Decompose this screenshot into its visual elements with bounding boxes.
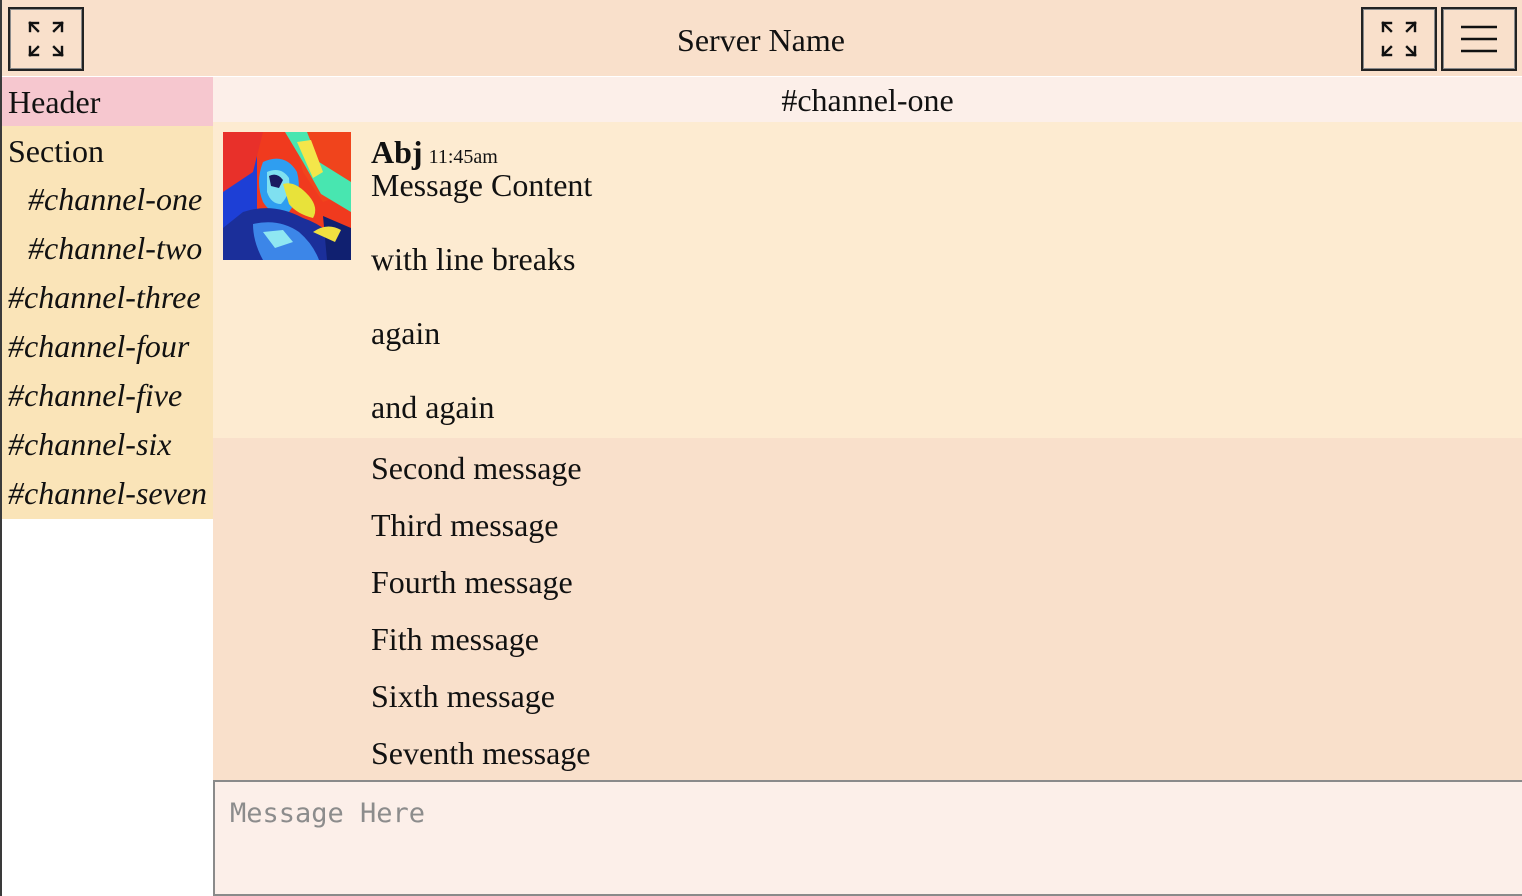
sidebar: Header Section #channel-one #channel-two… <box>2 77 213 519</box>
message-author[interactable]: Abj <box>371 134 423 170</box>
expand-right-button[interactable] <box>1361 7 1437 71</box>
message-item: Sixth message <box>371 678 555 714</box>
server-name: Server Name <box>677 22 845 58</box>
sidebar-channel-list: Section #channel-one #channel-two #chann… <box>2 126 213 519</box>
sidebar-item-channel-two[interactable]: #channel-two <box>2 224 213 273</box>
sidebar-item-channel-one[interactable]: #channel-one <box>2 175 213 224</box>
sidebar-item-channel-seven[interactable]: #channel-seven <box>2 469 213 518</box>
sidebar-header: Header <box>2 77 213 126</box>
main-panel: #channel-one Abj 11:45am Message Content… <box>213 77 1522 896</box>
message-item: Fith message <box>371 621 539 657</box>
top-bar: Server Name <box>0 0 1522 76</box>
message-item: Third message <box>371 507 559 543</box>
message-meta: Abj 11:45am <box>371 132 498 172</box>
message-item: Fourth message <box>371 564 573 600</box>
sidebar-section-title: Section <box>8 133 104 169</box>
menu-button[interactable] <box>1441 7 1517 71</box>
hamburger-menu-icon <box>1461 25 1497 53</box>
message-line: again <box>371 315 441 351</box>
message-composer <box>213 780 1522 896</box>
channel-title: #channel-one <box>213 77 1522 122</box>
message-group-first: Abj 11:45am Message Content with line bre… <box>213 122 1522 438</box>
avatar[interactable] <box>223 132 351 260</box>
sidebar-item-channel-four[interactable]: #channel-four <box>2 322 213 371</box>
message-group-rest: Second message Third message Fourth mess… <box>213 438 1522 780</box>
expand-icon <box>1381 21 1417 57</box>
message-input[interactable] <box>215 782 1522 894</box>
message-line: with line breaks <box>371 241 576 277</box>
sidebar-item-channel-six[interactable]: #channel-six <box>2 420 213 469</box>
message-content: Message Content with line breaks again a… <box>371 167 592 426</box>
message-timestamp: 11:45am <box>428 146 498 168</box>
sidebar-item-channel-five[interactable]: #channel-five <box>2 371 213 420</box>
message-item: Seventh message <box>371 735 591 771</box>
message-line: and again <box>371 389 495 425</box>
message-line: Message Content <box>371 167 593 203</box>
sidebar-item-channel-three[interactable]: #channel-three <box>2 273 213 322</box>
chat-app: Server Name Header Section #channel-one … <box>0 0 1522 896</box>
message-item: Second message <box>371 450 582 486</box>
avatar-image <box>223 132 351 260</box>
